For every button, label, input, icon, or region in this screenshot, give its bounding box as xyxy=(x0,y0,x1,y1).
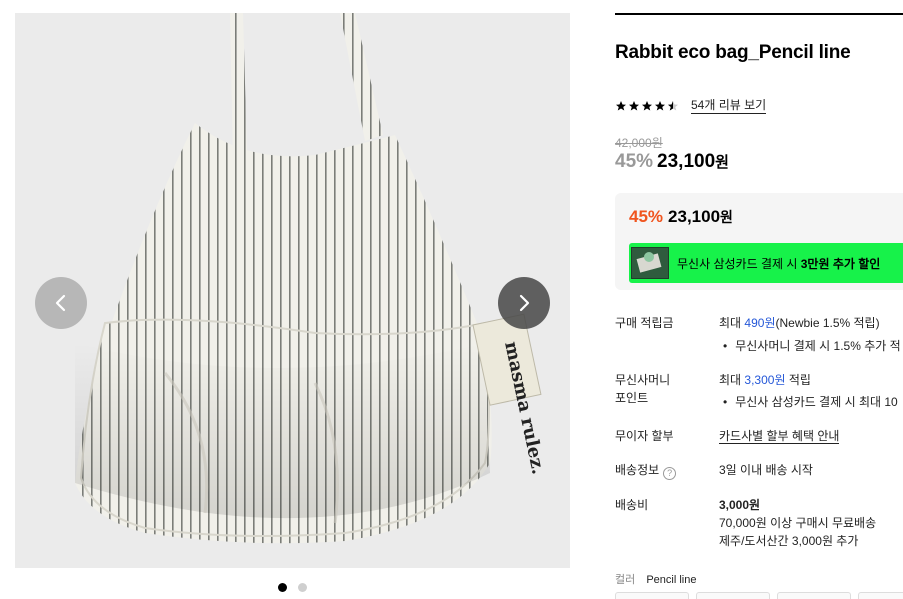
price-benefit-box: 45% 23,100 원 무신사 삼성카드 결제 시 3만원 추가 할인 xyxy=(615,193,903,290)
shipping-info-value: 3일 이내 배송 시작 xyxy=(719,463,813,477)
sale-price: 23,100 xyxy=(657,151,716,172)
gallery-dot-1[interactable] xyxy=(278,583,287,592)
star-full-icon xyxy=(629,101,639,111)
installment-value: 카드사별 할부 혜택 안내 xyxy=(719,427,840,445)
previous-image-button[interactable] xyxy=(35,277,87,329)
best-discount-rate: 45% xyxy=(629,207,664,226)
gallery-pagination xyxy=(0,583,585,592)
color-option-row: 컬러 Pencil line xyxy=(615,571,696,587)
color-swatch[interactable] xyxy=(615,592,689,599)
color-swatch-list xyxy=(615,592,903,599)
points-bullet: 무신사머니 결제 시 1.5% 추가 적 xyxy=(723,337,900,355)
star-full-icon xyxy=(655,101,665,111)
help-icon[interactable]: ? xyxy=(663,467,677,480)
shipping-info-label: 배송정보? xyxy=(615,461,677,480)
product-info-panel: Rabbit eco bag_Pencil line 54개 리뷰 보기 42,… xyxy=(615,0,903,599)
money-points-label: 무신사머니 포인트 xyxy=(615,373,671,405)
original-price: 42,000원 xyxy=(615,136,663,150)
color-swatch[interactable] xyxy=(696,592,770,599)
banner-text: 무신사 삼성카드 결제 시 3만원 추가 할인 xyxy=(677,256,881,271)
gallery-dot-2[interactable] xyxy=(298,583,307,592)
shipping-fee-value: 3,000원 xyxy=(719,498,761,512)
star-half-icon xyxy=(668,101,678,111)
product-photo-eco-bag: masma rulez. xyxy=(75,13,549,544)
island-shipping-fee: 제주/도서산간 3,000원 추가 xyxy=(719,534,859,548)
star-full-icon xyxy=(616,101,626,111)
sale-price-row: 45% 23,100 원 xyxy=(615,151,729,173)
star-rating xyxy=(615,100,679,112)
next-image-button[interactable] xyxy=(498,277,550,329)
divider xyxy=(615,13,903,15)
product-title: Rabbit eco bag_Pencil line xyxy=(615,42,851,63)
installment-label: 무이자 할부 xyxy=(615,429,674,443)
product-image-gallery: masma rulez. xyxy=(15,13,570,568)
card-image-icon xyxy=(631,247,669,279)
color-label: 컬러 xyxy=(615,574,636,586)
color-swatch[interactable] xyxy=(777,592,851,599)
best-price-row: 45% 23,100 원 xyxy=(629,207,733,227)
installment-info-link[interactable]: 카드사별 할부 혜택 안내 xyxy=(719,429,840,444)
review-count-link[interactable]: 54개 리뷰 보기 xyxy=(691,98,767,114)
color-value: Pencil line xyxy=(646,574,697,586)
money-points-value: 최대 3,300원 적립 xyxy=(719,373,811,387)
points-value: 최대 490원(Newbie 1.5% 적립) xyxy=(719,316,880,330)
card-discount-banner[interactable]: 무신사 삼성카드 결제 시 3만원 추가 할인 xyxy=(629,243,903,283)
chevron-right-icon xyxy=(519,294,530,312)
color-swatch[interactable] xyxy=(858,592,903,599)
currency-unit: 원 xyxy=(720,209,733,225)
chevron-left-icon xyxy=(55,294,66,312)
brand-label-text: masma rulez. xyxy=(500,340,549,477)
currency-unit: 원 xyxy=(715,154,729,171)
star-full-icon xyxy=(642,101,652,111)
points-label: 구매 적립금 xyxy=(615,316,674,330)
shipping-fee-label: 배송비 xyxy=(615,498,649,512)
money-points-bullet: 무신사 삼성카드 결제 시 최대 10 xyxy=(723,393,898,411)
discount-rate: 45% xyxy=(615,151,654,172)
best-price: 23,100 xyxy=(668,207,721,226)
rating-summary: 54개 리뷰 보기 xyxy=(615,98,767,114)
free-shipping-condition: 70,000원 이상 구매시 무료배송 xyxy=(719,516,877,530)
